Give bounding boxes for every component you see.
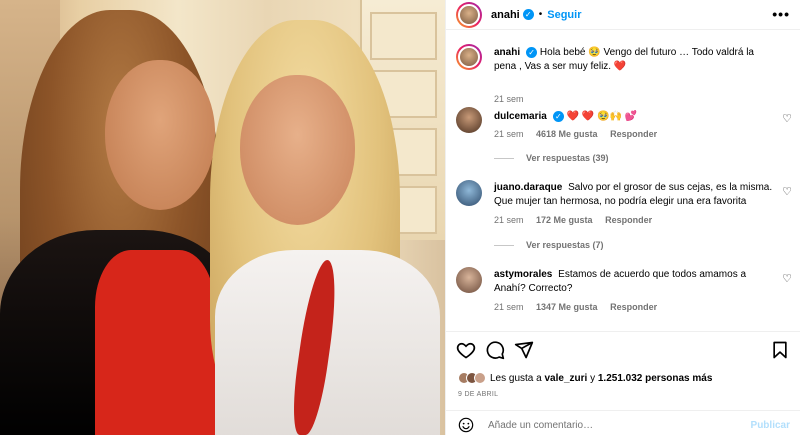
author-avatar[interactable] xyxy=(456,1,482,28)
caption-time[interactable]: 21 sem xyxy=(494,94,524,104)
comment-text: ❤️ ❤️ 🥹🙌 💕 xyxy=(566,111,638,122)
follow-button[interactable]: Seguir xyxy=(547,9,581,21)
post-photo[interactable] xyxy=(0,0,445,435)
comment-time[interactable]: 21 sem xyxy=(494,215,524,225)
liker-avatar xyxy=(474,372,486,384)
view-replies-button[interactable]: Ver respuestas (7) xyxy=(494,240,604,250)
reply-button[interactable]: Responder xyxy=(610,302,657,312)
comment-bar: Añade un comentario… Publicar xyxy=(446,410,800,435)
commenter-username[interactable]: dulcemaria xyxy=(494,111,547,122)
comments-list[interactable]: anahi ✓ Hola bebé 🥹 Vengo del futuro … To… xyxy=(446,30,800,332)
reply-button[interactable]: Responder xyxy=(610,129,657,139)
view-replies-label: Ver respuestas (39) xyxy=(526,153,609,163)
verified-badge-icon: ✓ xyxy=(526,46,538,58)
author-username[interactable]: anahi xyxy=(491,9,520,21)
replies-line xyxy=(494,244,514,246)
post-actions xyxy=(456,340,790,364)
comment-likes[interactable]: 172 Me gusta xyxy=(536,215,593,225)
comment-like-icon[interactable]: ♡ xyxy=(782,185,792,198)
post-comment-button[interactable]: Publicar xyxy=(751,420,790,431)
comment-input[interactable]: Añade un comentario… xyxy=(488,420,593,431)
share-icon[interactable] xyxy=(514,340,534,360)
view-replies-label: Ver respuestas (7) xyxy=(526,240,604,250)
heart-icon[interactable] xyxy=(456,340,476,360)
separator-dot: • xyxy=(538,9,543,20)
comment-icon[interactable] xyxy=(485,340,505,360)
caption-username[interactable]: anahi xyxy=(494,47,520,58)
post-date[interactable]: 9 DE ABRIL xyxy=(458,391,498,398)
likes-prefix: Les gusta a xyxy=(490,372,542,384)
bookmark-icon[interactable] xyxy=(770,340,790,360)
comment-like-icon[interactable]: ♡ xyxy=(782,112,792,125)
woman-right-face xyxy=(240,75,355,225)
likes-user[interactable]: vale_zuri xyxy=(545,373,588,384)
likes-count[interactable]: 1.251.032 personas más xyxy=(598,373,713,384)
more-options-icon[interactable]: ••• xyxy=(772,6,790,22)
commenter-username[interactable]: astymorales xyxy=(494,269,552,280)
post-modal: anahi ✓ • Seguir ••• anahi ✓ Hola bebé 🥹 … xyxy=(0,0,800,435)
commenter-avatar[interactable] xyxy=(456,180,482,206)
likes-connector: y xyxy=(590,372,596,384)
commenter-avatar[interactable] xyxy=(456,107,482,133)
verified-badge-icon: ✓ xyxy=(552,110,564,122)
likes-summary: Les gusta a vale_zuri y 1.251.032 person… xyxy=(458,372,712,384)
commenter-avatar[interactable] xyxy=(456,267,482,293)
comment-time[interactable]: 21 sem xyxy=(494,302,524,312)
post-header: anahi ✓ • Seguir ••• xyxy=(446,0,800,30)
post-sidebar: anahi ✓ • Seguir ••• anahi ✓ Hola bebé 🥹 … xyxy=(445,0,800,435)
comment-time[interactable]: 21 sem xyxy=(494,129,524,139)
replies-line xyxy=(494,157,514,159)
comment-like-icon[interactable]: ♡ xyxy=(782,272,792,285)
woman-left-face xyxy=(105,60,215,210)
woman-left-top xyxy=(95,250,215,435)
caption-avatar[interactable] xyxy=(456,44,482,70)
comment-likes[interactable]: 1347 Me gusta xyxy=(536,302,598,312)
verified-badge-icon: ✓ xyxy=(522,9,534,20)
reply-button[interactable]: Responder xyxy=(605,215,652,225)
commenter-username[interactable]: juano.daraque xyxy=(494,182,562,193)
comment-likes[interactable]: 4618 Me gusta xyxy=(536,129,598,139)
view-replies-button[interactable]: Ver respuestas (39) xyxy=(494,153,609,163)
emoji-icon[interactable] xyxy=(458,417,474,433)
